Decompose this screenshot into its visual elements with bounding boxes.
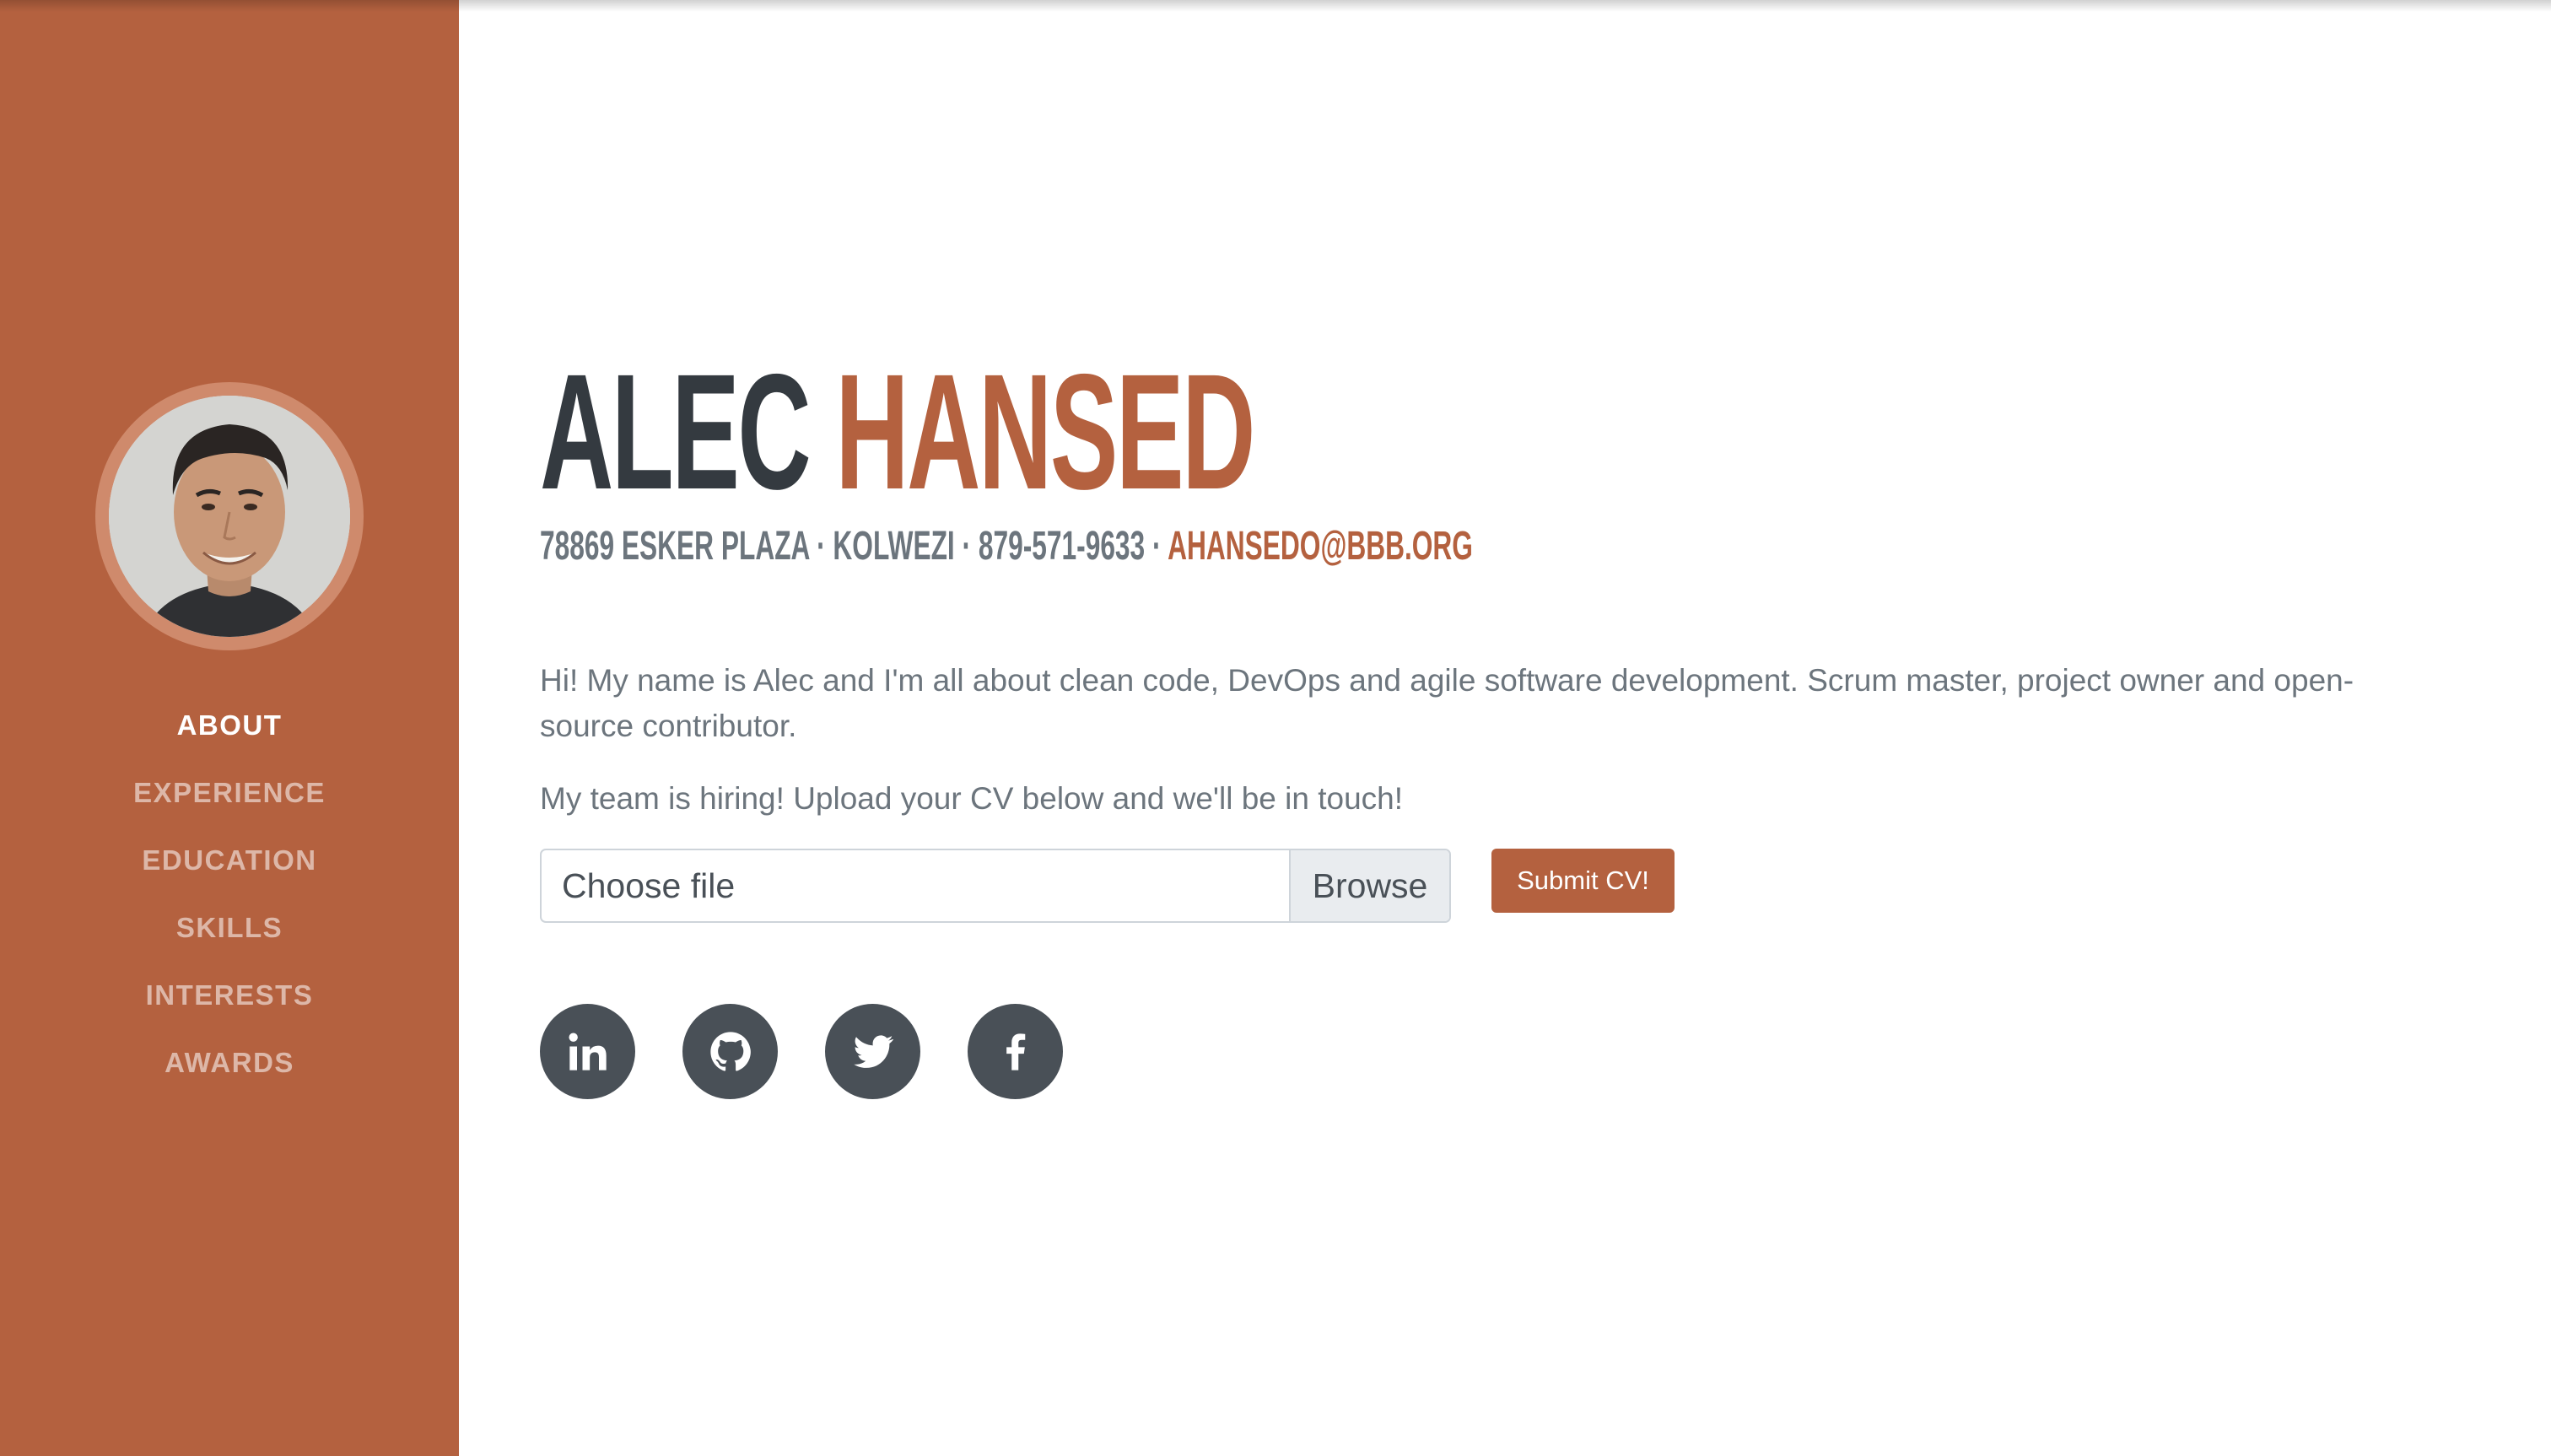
social-icons bbox=[540, 1004, 1063, 1099]
linkedin-button[interactable] bbox=[540, 1004, 635, 1099]
facebook-icon bbox=[1006, 1033, 1025, 1070]
file-upload-field[interactable]: Choose file Browse bbox=[540, 849, 1451, 923]
nav-item-awards[interactable]: AWARDS bbox=[0, 1029, 459, 1097]
phone: 879-571-9633 bbox=[978, 524, 1146, 569]
last-name: HANSED bbox=[835, 340, 1255, 524]
separator: · bbox=[1145, 524, 1168, 569]
address: 78869 ESKER PLAZA bbox=[540, 524, 810, 569]
twitter-icon bbox=[853, 1034, 893, 1068]
nav-item-interests[interactable]: INTERESTS bbox=[0, 962, 459, 1029]
github-button[interactable] bbox=[682, 1004, 778, 1099]
avatar bbox=[109, 396, 350, 637]
submit-cv-button[interactable]: Submit CV! bbox=[1491, 849, 1675, 913]
linkedin-icon bbox=[568, 1032, 607, 1070]
intro-text: Hi! My name is Alec and I'm all about cl… bbox=[540, 663, 2354, 743]
nav-item-education[interactable]: EDUCATION bbox=[0, 827, 459, 894]
profile-photo bbox=[109, 396, 350, 637]
twitter-button[interactable] bbox=[825, 1004, 920, 1099]
nav-item-skills[interactable]: SKILLS bbox=[0, 894, 459, 962]
nav-item-about[interactable]: ABOUT bbox=[0, 692, 459, 759]
sidebar-nav: ABOUT EXPERIENCE EDUCATION SKILLS INTERE… bbox=[0, 692, 459, 1097]
file-input-label[interactable]: Choose file bbox=[542, 850, 1289, 921]
hiring-text: My team is hiring! Upload your CV below … bbox=[540, 781, 1404, 816]
contact-line: 78869 ESKER PLAZA · KOLWEZI · 879-571-96… bbox=[540, 523, 1473, 570]
main-content: ALEC HANSED 78869 ESKER PLAZA · KOLWEZI … bbox=[540, 0, 2480, 1456]
facebook-button[interactable] bbox=[968, 1004, 1063, 1099]
avatar-ring bbox=[95, 382, 364, 650]
email-link[interactable]: AHANSEDO@BBB.ORG bbox=[1168, 524, 1473, 569]
sidebar: ABOUT EXPERIENCE EDUCATION SKILLS INTERE… bbox=[0, 0, 459, 1456]
first-name: ALEC bbox=[540, 340, 812, 524]
separator: · bbox=[809, 524, 833, 569]
nav-item-experience[interactable]: EXPERIENCE bbox=[0, 759, 459, 827]
browse-button[interactable]: Browse bbox=[1289, 850, 1449, 921]
city: KOLWEZI bbox=[833, 524, 955, 569]
separator: · bbox=[954, 524, 979, 569]
page-title: ALEC HANSED bbox=[540, 350, 1255, 515]
github-icon bbox=[709, 1031, 751, 1071]
